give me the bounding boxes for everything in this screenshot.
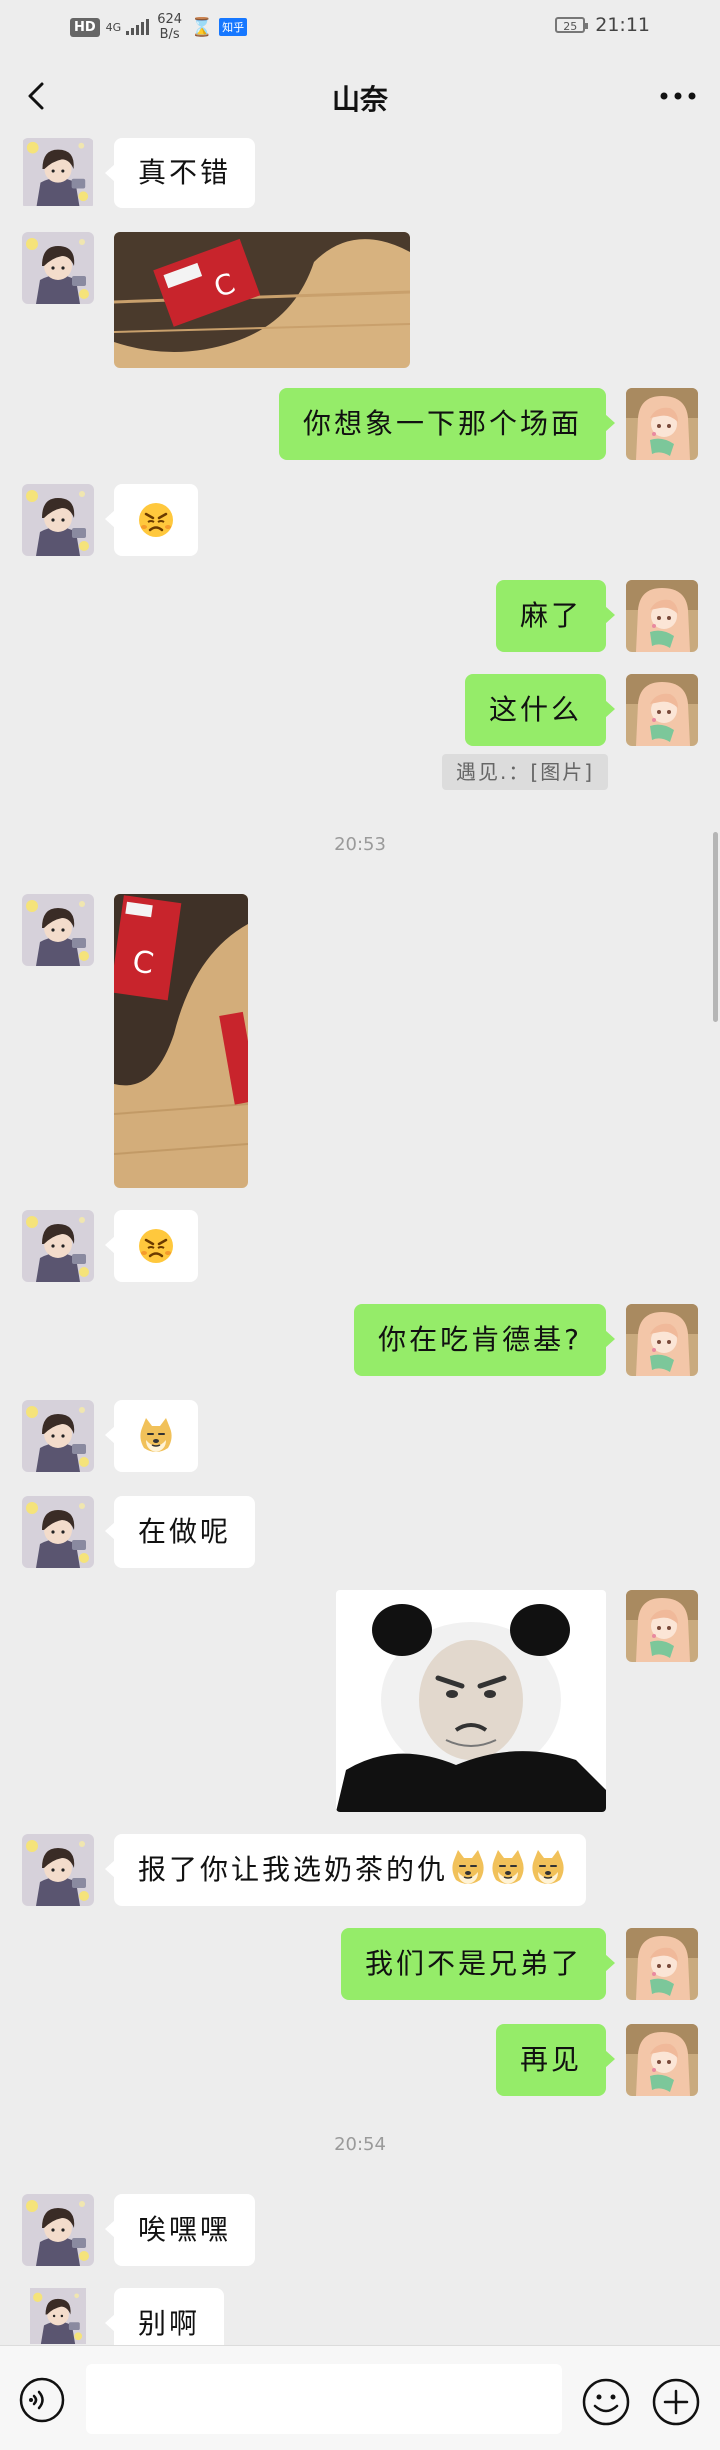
my-avatar[interactable] <box>626 2024 698 2096</box>
my-avatar[interactable] <box>626 1304 698 1376</box>
my-avatar[interactable] <box>626 1928 698 2000</box>
my-avatar[interactable] <box>626 388 698 460</box>
contact-avatar[interactable] <box>22 2288 94 2344</box>
doge-emoji-icon <box>448 1848 488 1888</box>
network-type: 4G <box>105 20 122 34</box>
incoming-message[interactable]: 真不错 <box>104 138 256 208</box>
incoming-emoji-message[interactable] <box>105 484 198 556</box>
timestamp: 20:53 <box>334 834 386 855</box>
incoming-message[interactable]: 报了你让我选奶茶的仇 <box>104 1834 587 1906</box>
hd-badge: HD <box>70 17 100 37</box>
contact-avatar[interactable] <box>22 1834 94 1906</box>
clock: 21:11 <box>595 14 650 36</box>
chat-title[interactable]: 山奈 <box>0 78 720 118</box>
panda-meme-sticker[interactable] <box>336 1590 606 1812</box>
network-speed-unit: B/s <box>159 27 180 42</box>
photo-message-kfc-box[interactable]: C <box>114 232 410 368</box>
my-avatar[interactable] <box>626 580 698 652</box>
doge-emoji-icon <box>488 1848 528 1888</box>
outgoing-message[interactable]: 麻了 <box>495 580 616 652</box>
photo-message-kfc-box-2[interactable]: C <box>114 894 248 1188</box>
contact-avatar[interactable] <box>22 138 94 208</box>
my-avatar[interactable] <box>626 674 698 746</box>
status-left: HD 4G 624 B/s ⌛ 知乎 <box>70 12 248 42</box>
voice-icon[interactable] <box>18 2376 66 2424</box>
contact-avatar[interactable] <box>22 232 94 304</box>
status-right: 25 21:11 <box>555 14 650 36</box>
incoming-emoji-message[interactable] <box>105 1400 198 1472</box>
outgoing-message[interactable]: 我们不是兄弟了 <box>340 1928 616 2000</box>
quoted-reply[interactable]: 遇见.：[图片] <box>442 754 608 790</box>
more-dots-icon[interactable] <box>654 76 702 116</box>
incoming-message[interactable]: 别啊 <box>104 2288 225 2345</box>
message-input[interactable] <box>86 2364 562 2434</box>
incoming-message-text: 报了你让我选奶茶的仇 <box>138 1853 449 1886</box>
network-speed: 624 B/s <box>155 12 185 42</box>
network-speed-value: 624 <box>157 12 183 27</box>
hourglass-icon: ⌛ <box>190 16 214 38</box>
outgoing-message[interactable]: 你想象一下那个场面 <box>278 388 616 460</box>
zhihu-notification-icon: 知乎 <box>219 18 248 36</box>
my-avatar[interactable] <box>626 1590 698 1662</box>
emoji-icon[interactable] <box>580 2376 632 2428</box>
contact-avatar[interactable] <box>22 894 94 966</box>
angry-face-emoji-icon <box>136 500 176 540</box>
status-bar: HD 4G 624 B/s ⌛ 知乎 25 21:11 <box>0 0 720 56</box>
signal-icon <box>125 19 149 35</box>
plus-icon[interactable] <box>650 2376 702 2428</box>
outgoing-message[interactable]: 你在吃肯德基? <box>354 1304 615 1376</box>
contact-avatar[interactable] <box>22 484 94 556</box>
chat-header: 山奈 <box>0 56 720 138</box>
scrollbar[interactable] <box>713 832 718 1022</box>
outgoing-message[interactable]: 再见 <box>495 2024 616 2096</box>
input-bar <box>0 2345 720 2450</box>
contact-avatar[interactable] <box>22 2194 94 2266</box>
battery-icon: 25 <box>555 17 589 33</box>
incoming-emoji-message[interactable] <box>105 1210 198 1282</box>
incoming-message[interactable]: 唉嘿嘿 <box>104 2194 256 2266</box>
doge-emoji-icon <box>136 1416 176 1456</box>
contact-avatar[interactable] <box>22 1210 94 1282</box>
angry-face-emoji-icon <box>136 1226 176 1266</box>
contact-avatar[interactable] <box>22 1400 94 1472</box>
outgoing-message[interactable]: 这什么 <box>464 674 616 746</box>
timestamp: 20:54 <box>334 2134 386 2155</box>
doge-emoji-icon <box>528 1848 568 1888</box>
contact-avatar[interactable] <box>22 1496 94 1568</box>
incoming-message[interactable]: 在做呢 <box>104 1496 256 1568</box>
